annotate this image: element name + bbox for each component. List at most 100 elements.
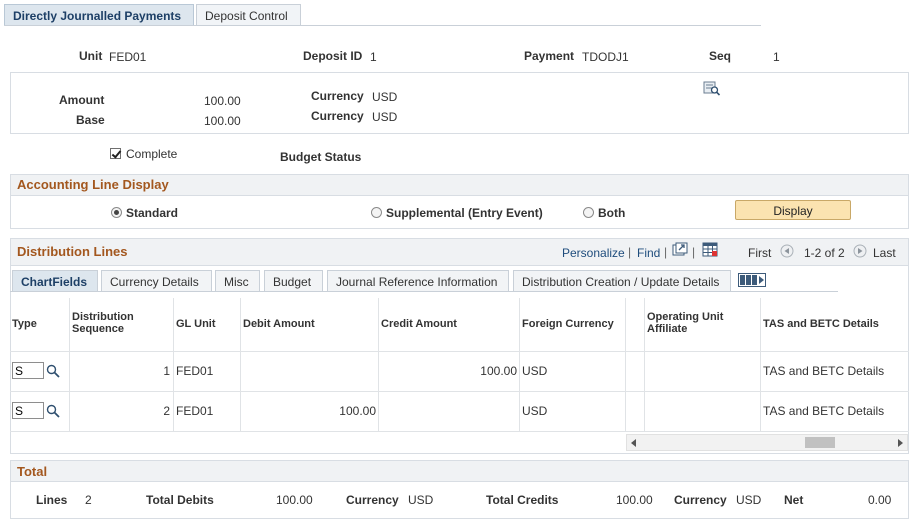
total-credits-currency-label: Currency [674, 493, 727, 507]
dist-seq-cell: 2 [163, 404, 170, 418]
subtab-underline [10, 291, 838, 292]
total-debits-label: Total Debits [146, 493, 214, 507]
subtab-budget[interactable]: Budget [264, 270, 323, 291]
tab-deposit-control[interactable]: Deposit Control [196, 4, 301, 26]
col-header-debit-amount: Debit Amount [243, 318, 315, 330]
dist-seq-cell: 1 [163, 364, 170, 378]
unit-label: Unit [79, 49, 103, 63]
distribution-lines-header: Distribution Lines [10, 238, 909, 266]
gl-unit-cell: FED01 [176, 404, 214, 418]
credit-cell: 100.00 [480, 364, 517, 378]
foreign-currency-cell: USD [522, 364, 548, 378]
scrollbar-thumb[interactable] [805, 437, 835, 448]
base-value: 100.00 [204, 114, 241, 128]
subtab-chartfields[interactable]: ChartFields [12, 270, 98, 291]
subtab-misc[interactable]: Misc [215, 270, 260, 291]
row-divider [10, 351, 909, 352]
prev-arrow-icon[interactable] [780, 244, 794, 261]
type-input[interactable]: S [12, 402, 44, 419]
subtab-journal-reference[interactable]: Journal Reference Information [327, 270, 509, 291]
base-label: Base [76, 113, 105, 127]
inquiry-icon[interactable] [703, 80, 721, 99]
col-header-distribution-sequence: Distribution Sequence [72, 311, 134, 335]
unit-value: FED01 [109, 50, 147, 64]
radio-both-icon [583, 207, 594, 218]
radio-supplemental[interactable]: Supplemental (Entry Event) [371, 206, 543, 220]
total-lines-value: 2 [85, 493, 92, 507]
col-divider [519, 298, 520, 431]
payment-label: Payment [524, 49, 575, 63]
subtab-distribution-creation[interactable]: Distribution Creation / Update Details [513, 270, 731, 291]
row-range: 1-2 of 2 [804, 246, 845, 260]
gl-unit-cell: FED01 [176, 364, 214, 378]
payment-value: TDODJ1 [582, 50, 629, 64]
personalize-link[interactable]: Personalize [562, 246, 625, 260]
col-divider [240, 298, 241, 431]
deposit-id-value: 1 [370, 50, 377, 64]
radio-standard[interactable]: Standard [111, 206, 178, 220]
display-button[interactable]: Display [735, 200, 851, 220]
first-label: First [748, 246, 772, 260]
total-lines-label: Lines [36, 493, 68, 507]
total-credits-value: 100.00 [616, 493, 653, 507]
next-arrow-icon[interactable] [853, 244, 867, 261]
separator: | [692, 245, 696, 259]
debit-cell: 100.00 [339, 404, 376, 418]
total-header: Total [10, 460, 909, 482]
seq-label: Seq [709, 49, 732, 63]
scroll-left-arrow-icon[interactable] [630, 437, 638, 451]
total-credits-label: Total Credits [486, 493, 559, 507]
type-lookup-icon[interactable] [46, 364, 60, 381]
radio-standard-icon [111, 207, 122, 218]
complete-checkbox[interactable] [110, 148, 121, 159]
distribution-lines-title: Distribution Lines [17, 244, 128, 259]
complete-label: Complete [126, 147, 178, 161]
amount-currency-value: USD [372, 90, 398, 104]
tab-directly-journalled-payments[interactable]: Directly Journalled Payments [4, 4, 194, 26]
complete-checkbox-row: Complete [110, 147, 177, 161]
view-all-icon[interactable] [672, 242, 688, 260]
seq-value: 1 [773, 50, 780, 64]
amount-value: 100.00 [204, 94, 241, 108]
col-divider [644, 298, 645, 431]
budget-status-label: Budget Status [280, 150, 362, 164]
row-divider [10, 391, 909, 392]
last-label: Last [873, 246, 896, 260]
total-debits-currency-label: Currency [346, 493, 399, 507]
col-divider [625, 298, 626, 431]
show-all-columns-icon[interactable] [738, 273, 766, 290]
col-divider [378, 298, 379, 431]
foreign-currency-cell: USD [522, 404, 548, 418]
total-net-value: 0.00 [868, 493, 892, 507]
total-panel [10, 481, 909, 519]
radio-both-label: Both [598, 206, 626, 220]
separator: | [628, 245, 632, 259]
accounting-line-display-header: Accounting Line Display [10, 174, 909, 196]
distribution-grid [10, 266, 909, 454]
base-currency-label: Currency [311, 109, 364, 123]
tab-underline [4, 25, 761, 26]
total-debits-currency-value: USD [408, 493, 434, 507]
col-header-operating-unit-affiliate: Operating Unit Affiliate [647, 311, 724, 335]
type-input[interactable]: S [12, 362, 44, 379]
col-header-type: Type [12, 318, 37, 330]
find-link[interactable]: Find [637, 246, 660, 260]
amount-panel [10, 72, 909, 134]
col-header-foreign-currency: Foreign Currency [522, 318, 614, 330]
radio-both[interactable]: Both [583, 206, 625, 220]
scroll-right-arrow-icon[interactable] [896, 437, 904, 451]
download-grid-icon[interactable] [702, 242, 718, 260]
amount-currency-label: Currency [311, 89, 364, 103]
col-divider [69, 298, 70, 431]
tas-betc-link[interactable]: TAS and BETC Details [763, 404, 884, 418]
base-currency-value: USD [372, 110, 398, 124]
subtab-currency-details[interactable]: Currency Details [101, 270, 212, 291]
total-net-label: Net [784, 493, 804, 507]
total-debits-value: 100.00 [276, 493, 313, 507]
deposit-id-label: Deposit ID [303, 49, 363, 63]
col-header-tas-betc: TAS and BETC Details [763, 318, 879, 330]
total-credits-currency-value: USD [736, 493, 762, 507]
type-lookup-icon[interactable] [46, 404, 60, 421]
tas-betc-link[interactable]: TAS and BETC Details [763, 364, 884, 378]
horizontal-scrollbar[interactable] [626, 434, 908, 451]
